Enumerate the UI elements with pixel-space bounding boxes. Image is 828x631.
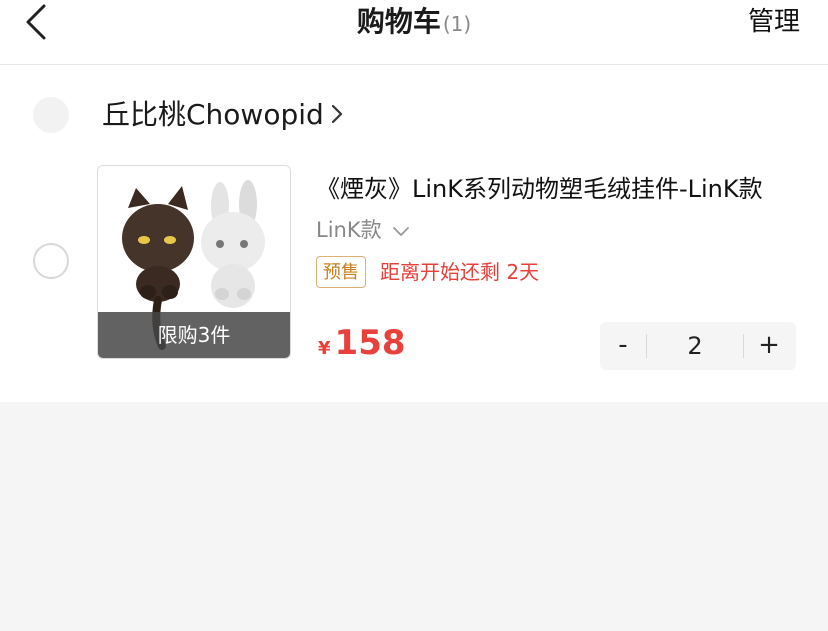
quantity-stepper: - 2 + xyxy=(600,322,796,370)
page-title-wrap: 购物车 (1) xyxy=(0,2,828,42)
cart-store-card: 丘比桃Chowopid 限购3件 《煙灰》LinK系列动物塑毛绒挂件-LinK款… xyxy=(0,65,828,402)
page-title: 购物车 xyxy=(356,5,441,38)
item-select-radio[interactable] xyxy=(33,243,69,279)
store-name: 丘比桃Chowopid xyxy=(102,98,324,131)
chevron-down-icon xyxy=(392,216,410,246)
variant-label: LinK款 xyxy=(316,218,382,242)
top-nav-bar: 购物车 (1) 管理 xyxy=(0,0,828,65)
price-value: 158 xyxy=(334,323,406,363)
purchase-limit-label: 限购3件 xyxy=(98,312,290,358)
presale-countdown: 距离开始还剩 2天 xyxy=(380,260,540,284)
variant-selector[interactable]: LinK款 xyxy=(316,215,410,245)
decrease-quantity-button[interactable]: - xyxy=(600,322,646,370)
store-link[interactable]: 丘比桃Chowopid xyxy=(102,95,344,135)
cart-count: (1) xyxy=(442,12,472,36)
manage-button[interactable]: 管理 xyxy=(748,2,800,42)
currency-symbol: ¥ xyxy=(318,338,331,359)
product-title[interactable]: 《煙灰》LinK系列动物塑毛绒挂件-LinK款 xyxy=(316,169,802,205)
increase-quantity-button[interactable]: + xyxy=(746,322,792,370)
presale-badge: 预售 xyxy=(316,256,366,288)
price: ¥158 xyxy=(318,323,406,363)
chevron-right-icon xyxy=(330,96,344,136)
quantity-value[interactable]: 2 xyxy=(647,322,743,370)
store-select-radio[interactable] xyxy=(33,97,69,133)
stepper-divider xyxy=(743,334,744,358)
product-thumbnail[interactable]: 限购3件 xyxy=(97,165,291,359)
